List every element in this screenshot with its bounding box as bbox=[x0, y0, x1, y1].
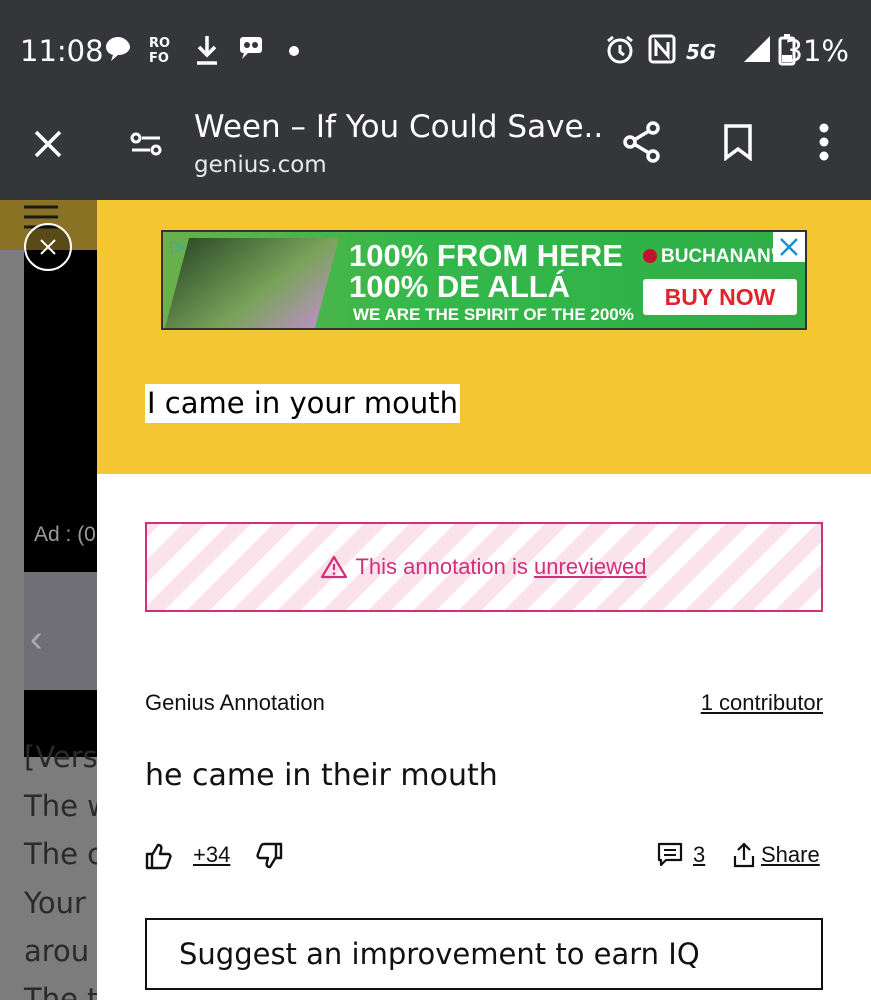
annotation-panel: ▷ 100% FROM HERE 100% DE ALLÁ WE ARE THE… bbox=[97, 200, 871, 1000]
close-icon bbox=[40, 239, 56, 255]
downvote-button[interactable] bbox=[255, 842, 283, 870]
background-page: Ad : (0 ‹ [Vers The w The c Your arou Th… bbox=[0, 200, 97, 1000]
annotation-label: Genius Annotation bbox=[145, 690, 325, 715]
comments-count: 3 bbox=[693, 842, 706, 867]
notice-text: This annotation is bbox=[355, 554, 535, 579]
page-domain: genius.com bbox=[194, 152, 327, 178]
voicemail-icon bbox=[238, 34, 264, 67]
contributors-link[interactable]: 1 contributor bbox=[701, 690, 823, 716]
background-lyric-line: Your bbox=[24, 886, 86, 920]
annotation-share-button[interactable]: Share bbox=[733, 842, 820, 868]
page-title: Ween – If You Could Save... bbox=[194, 109, 604, 145]
annotation-body: he came in their mouth bbox=[145, 758, 498, 793]
background-lyric-line: The w bbox=[24, 789, 97, 823]
alarm-icon bbox=[604, 34, 636, 71]
background-lyric-line: [Vers bbox=[24, 740, 97, 774]
ad-headline-2: 100% DE ALLÁ bbox=[349, 269, 571, 304]
background-lyric-line: arou bbox=[24, 934, 90, 968]
unreviewed-link[interactable]: unreviewed bbox=[534, 554, 647, 579]
nfc-icon bbox=[648, 34, 676, 69]
share-icon bbox=[623, 121, 660, 163]
close-tab-button[interactable] bbox=[24, 120, 72, 168]
browser-toolbar: Ween – If You Could Save... genius.com bbox=[0, 100, 871, 200]
share-label: Share bbox=[761, 842, 820, 867]
status-time: 11:08 bbox=[20, 34, 104, 68]
battery-percent: 31% bbox=[784, 34, 849, 68]
overflow-menu-button[interactable] bbox=[806, 118, 842, 166]
share-button[interactable] bbox=[616, 116, 668, 168]
bookmark-button[interactable] bbox=[714, 118, 762, 166]
ad-brand: BUCHANAN'S bbox=[661, 246, 788, 267]
download-icon bbox=[194, 34, 220, 71]
ad-buy-now-button[interactable]: BUY NOW bbox=[643, 279, 797, 315]
warning-icon bbox=[321, 555, 348, 579]
comments-button[interactable]: 3 bbox=[657, 842, 705, 868]
lyric-section: ▷ 100% FROM HERE 100% DE ALLÁ WE ARE THE… bbox=[97, 200, 871, 474]
ad-tagline: WE ARE THE SPIRIT OF THE 200% bbox=[353, 305, 634, 324]
thumbs-up-icon bbox=[145, 843, 172, 870]
ad-close-button[interactable] bbox=[773, 232, 805, 262]
background-lyric-line: The c bbox=[24, 837, 97, 871]
close-icon bbox=[780, 238, 798, 256]
more-notifications-dot-icon bbox=[288, 44, 300, 62]
close-annotation-button[interactable] bbox=[24, 223, 72, 271]
thumbs-down-icon bbox=[256, 842, 283, 869]
share-up-icon bbox=[733, 842, 755, 868]
status-bar: 11:08 RO FO 5G 31% bbox=[0, 0, 871, 100]
close-icon bbox=[34, 130, 62, 158]
background-lyric-line: The t bbox=[24, 982, 97, 1000]
bookmark-icon bbox=[724, 124, 752, 161]
comment-icon bbox=[657, 842, 683, 867]
annotation-actions: +34 3 Share bbox=[145, 842, 823, 878]
chevron-left-icon: ‹ bbox=[30, 618, 43, 660]
ad-product-image bbox=[164, 238, 340, 328]
ad-choices-icon[interactable]: ▷ bbox=[171, 236, 185, 257]
svg-text:FO: FO bbox=[149, 51, 169, 64]
unreviewed-notice: This annotation is unreviewed bbox=[145, 522, 823, 612]
suggest-improvement-button[interactable]: Suggest an improvement to earn IQ bbox=[145, 918, 823, 990]
network-type: 5G bbox=[686, 40, 717, 64]
upvote-button[interactable] bbox=[145, 842, 173, 870]
background-ad-label: Ad : (0 bbox=[34, 523, 96, 546]
svg-text:RO: RO bbox=[149, 36, 170, 51]
ad-brand-logo-icon bbox=[643, 249, 657, 263]
more-vert-icon bbox=[819, 123, 829, 161]
vote-count[interactable]: +34 bbox=[193, 842, 230, 868]
app-notification-icon: RO FO bbox=[148, 34, 178, 69]
tune-icon bbox=[130, 132, 162, 156]
page-settings-button[interactable] bbox=[122, 120, 170, 168]
chat-bubble-icon bbox=[104, 34, 132, 69]
highlighted-lyric: I came in your mouth bbox=[145, 384, 460, 423]
ad-banner[interactable]: ▷ 100% FROM HERE 100% DE ALLÁ WE ARE THE… bbox=[161, 230, 807, 330]
signal-icon bbox=[742, 34, 772, 69]
